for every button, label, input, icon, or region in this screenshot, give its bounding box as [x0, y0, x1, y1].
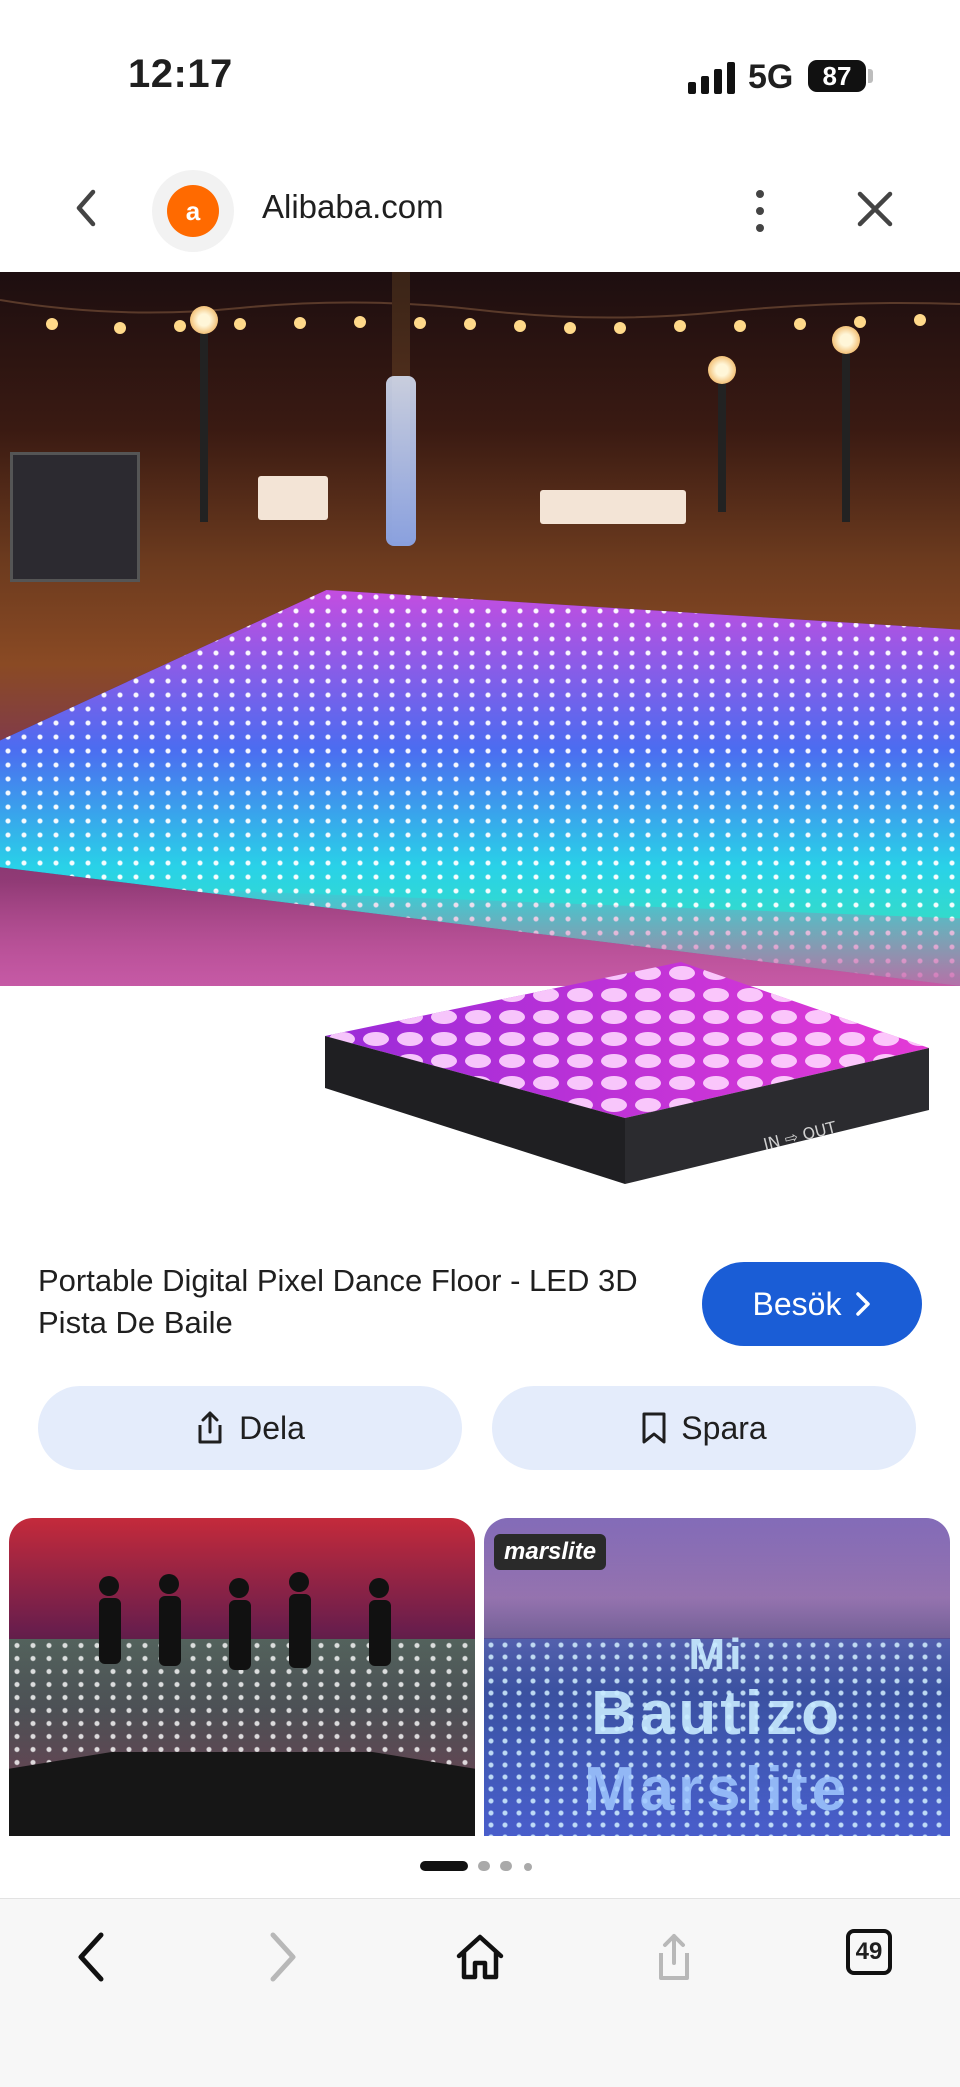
save-label: Spara: [681, 1409, 767, 1446]
share-icon: [659, 1934, 689, 1980]
status-time: 12:17: [128, 52, 233, 96]
product-image[interactable]: IN ⇨ OUT: [0, 272, 960, 1272]
led-tile-image: IN ⇨ OUT: [325, 962, 929, 1184]
share-button[interactable]: Dela: [38, 1386, 462, 1470]
lamp-post: [708, 356, 736, 512]
close-button[interactable]: [852, 186, 898, 232]
related-image[interactable]: marslite Mi Bautizo Marslite: [484, 1518, 950, 1836]
lamp-post: [832, 326, 860, 522]
chevron-left-icon: [78, 1932, 104, 1982]
dance-floor-photo: [0, 272, 960, 986]
site-name[interactable]: Alibaba.com: [262, 188, 444, 226]
floor-text: Mi: [688, 1630, 746, 1679]
carousel-pager[interactable]: [420, 1858, 540, 1874]
more-options-button[interactable]: [740, 186, 780, 236]
related-image[interactable]: [9, 1518, 475, 1836]
visit-label: Besök: [752, 1285, 842, 1322]
status-bar: 12:17 5G 87: [0, 0, 960, 140]
brand-text: marslite: [504, 1538, 597, 1565]
browser-forward-button[interactable]: [252, 1925, 316, 1989]
floor-text: Bautizo: [591, 1679, 843, 1748]
pager-dot: [524, 1863, 532, 1871]
bookmark-icon: [642, 1412, 666, 1444]
battery-cap: [868, 69, 873, 83]
back-button[interactable]: [64, 186, 108, 230]
share-page-button[interactable]: [642, 1925, 706, 1989]
browser-back-button[interactable]: [58, 1925, 122, 1989]
chevron-left-icon: [76, 189, 96, 227]
network-type: 5G: [748, 58, 794, 96]
save-button[interactable]: Spara: [492, 1386, 916, 1470]
string-lights: [0, 299, 960, 334]
alibaba-logo-icon: a: [167, 185, 219, 237]
chevron-right-icon: [856, 1292, 871, 1316]
pager-dot: [478, 1861, 490, 1871]
stage-edge: [9, 1752, 475, 1836]
cake-table: [258, 476, 328, 520]
share-icon: [198, 1411, 222, 1444]
pager-dot: [500, 1861, 512, 1871]
floor-text: Marslite: [583, 1755, 851, 1824]
signal-icon: [688, 62, 736, 94]
home-icon: [456, 1934, 504, 1980]
site-logo: a: [152, 170, 234, 252]
brand-badge: marslite: [494, 1534, 607, 1570]
speaker-stack: [10, 452, 140, 582]
tabs-button[interactable]: 49: [846, 1929, 892, 1975]
chevron-right-icon: [270, 1932, 296, 1982]
more-vert-icon: [756, 190, 764, 198]
lamp-post: [190, 306, 218, 522]
share-label: Dela: [239, 1409, 305, 1446]
love-table: [540, 490, 686, 524]
home-button[interactable]: [448, 1925, 512, 1989]
pager-dot-active: [420, 1861, 468, 1871]
dancers-silhouette: [99, 1572, 391, 1670]
light-column: [386, 376, 416, 546]
visit-button[interactable]: Besök: [702, 1262, 922, 1346]
battery-icon: 87: [808, 60, 866, 92]
viewer-header: a Alibaba.com: [0, 150, 960, 270]
close-icon: [857, 191, 893, 227]
browser-toolbar: 49: [0, 1898, 960, 2087]
product-title[interactable]: Portable Digital Pixel Dance Floor - LED…: [38, 1260, 678, 1344]
